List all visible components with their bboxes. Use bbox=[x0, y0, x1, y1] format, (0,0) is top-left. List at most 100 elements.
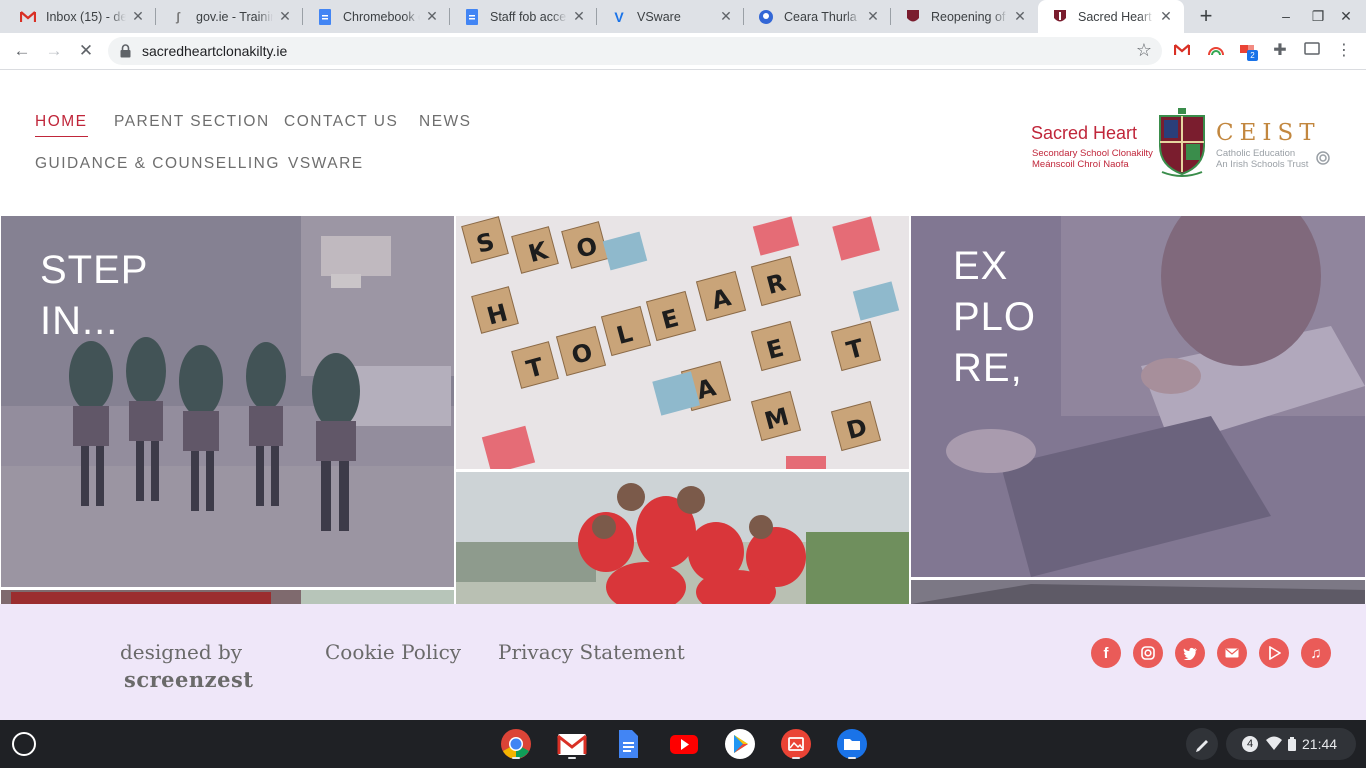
shapes-extension-icon[interactable]: 2 bbox=[1238, 41, 1258, 61]
step-in-caption: STEP IN... bbox=[40, 248, 148, 343]
running-indicator bbox=[568, 757, 576, 759]
nav-home[interactable]: HOME bbox=[35, 113, 88, 137]
menu-kebab-icon[interactable]: ⋮ bbox=[1334, 41, 1354, 61]
close-tab-icon[interactable]: ✕ bbox=[277, 8, 293, 25]
docs-app-icon[interactable] bbox=[612, 728, 644, 760]
cast-icon[interactable] bbox=[1302, 41, 1322, 61]
back-icon[interactable]: ← bbox=[10, 39, 34, 63]
wifi-icon bbox=[1266, 735, 1282, 756]
tab-gov[interactable]: ʃ gov.ie - Training ✕ bbox=[156, 0, 303, 33]
nav-contact-us[interactable]: CONTACT US bbox=[284, 113, 398, 131]
building-photo bbox=[911, 580, 1365, 604]
instagram-icon[interactable] bbox=[1133, 638, 1163, 668]
running-indicator bbox=[512, 757, 520, 759]
gmail-icon bbox=[20, 9, 36, 25]
close-tab-icon[interactable]: ✕ bbox=[718, 8, 734, 25]
crest-icon bbox=[1052, 9, 1068, 25]
nav-news[interactable]: NEWS bbox=[419, 113, 472, 131]
tile-building[interactable] bbox=[911, 580, 1365, 604]
new-tab-button[interactable]: + bbox=[1194, 4, 1218, 28]
school-logo[interactable]: Sacred Heart Secondary School Clonakilty… bbox=[1030, 104, 1335, 179]
close-tab-icon[interactable]: ✕ bbox=[1012, 8, 1028, 25]
site-footer: designed by screenzest Cookie Policy Pri… bbox=[0, 604, 1366, 720]
clock: 21:44 bbox=[1302, 736, 1338, 752]
tab-vsware[interactable]: V VSware ✕ bbox=[597, 0, 744, 33]
gallery-app-icon[interactable] bbox=[780, 728, 812, 760]
url-text[interactable]: sacredheartclonakilty.ie bbox=[142, 43, 287, 59]
battery-icon bbox=[1288, 737, 1296, 756]
tab-chromebook[interactable]: Chromebook or ✕ bbox=[303, 0, 450, 33]
lock-icon bbox=[120, 44, 131, 58]
tile-step-in[interactable]: STEP IN... bbox=[1, 216, 454, 587]
tab-gmail[interactable]: Inbox (15) - deputyprincipal@sacredheart… bbox=[6, 0, 156, 33]
ceist-logo-text: CEIST bbox=[1216, 120, 1321, 146]
tab-title: Ceara Thurla - A bbox=[784, 9, 861, 24]
classroom-photo bbox=[1, 590, 454, 604]
bookmark-star-icon[interactable]: ☆ bbox=[1136, 40, 1152, 61]
privacy-statement-link[interactable]: Privacy Statement bbox=[498, 640, 685, 664]
harp-icon: ʃ bbox=[176, 9, 180, 24]
nav-guidance[interactable]: GUIDANCE & COUNSELLING bbox=[35, 155, 280, 173]
close-tab-icon[interactable]: ✕ bbox=[865, 8, 881, 25]
tile-scrabble[interactable]: K H T O L E A R E M T D A O S bbox=[456, 216, 909, 469]
running-indicator bbox=[792, 757, 800, 759]
ceist-tagline: An Irish Schools Trust bbox=[1216, 159, 1309, 170]
tab-strip: Inbox (15) - deputyprincipal@sacredheart… bbox=[0, 0, 1366, 33]
vsware-icon: V bbox=[614, 8, 624, 25]
forward-icon[interactable]: → bbox=[42, 39, 66, 63]
close-tab-icon[interactable]: ✕ bbox=[424, 8, 440, 25]
cookie-policy-link[interactable]: Cookie Policy bbox=[325, 640, 461, 664]
close-window-icon[interactable]: ✕ bbox=[1336, 6, 1356, 26]
tab-title: Sacred Heart Se bbox=[1078, 9, 1154, 24]
twitter-icon[interactable] bbox=[1175, 638, 1205, 668]
screenzest-link[interactable]: screenzest bbox=[124, 667, 253, 692]
ceist-subtitle: Catholic Education bbox=[1216, 148, 1296, 159]
tile-team[interactable] bbox=[456, 472, 909, 604]
designed-by-label: designed by bbox=[120, 640, 243, 664]
chrome-app-icon[interactable] bbox=[500, 728, 532, 760]
logo-subtitle: Secondary School Clonakilty bbox=[1032, 148, 1153, 159]
explore-caption: EX PLO RE, bbox=[953, 244, 1037, 390]
status-tray[interactable]: 4 21:44 bbox=[1226, 728, 1356, 760]
email-icon[interactable] bbox=[1217, 638, 1247, 668]
restore-icon[interactable]: ❐ bbox=[1308, 6, 1328, 26]
nav-vsware[interactable]: VSWARE bbox=[288, 155, 364, 173]
address-bar[interactable]: sacredheartclonakilty.ie ☆ bbox=[108, 37, 1162, 65]
music-icon[interactable]: ♫ bbox=[1301, 638, 1331, 668]
youtube-app-icon[interactable] bbox=[668, 728, 700, 760]
crest-icon bbox=[905, 9, 921, 25]
tab-title: Chromebook or bbox=[343, 9, 420, 24]
tab-sacred-heart[interactable]: Sacred Heart Se ✕ bbox=[1038, 0, 1184, 33]
scrabble-learn-photo: K H T O L E A R E M T D A O S bbox=[456, 216, 909, 469]
browser-toolbar: ← → ✕ sacredheartclonakilty.ie ☆ 2 ✚ ⋮ bbox=[0, 33, 1366, 70]
gmail-extension-icon[interactable] bbox=[1172, 41, 1192, 61]
tile-classroom[interactable] bbox=[1, 590, 454, 604]
facebook-icon[interactable]: f bbox=[1091, 638, 1121, 668]
stop-icon[interactable]: ✕ bbox=[74, 39, 98, 63]
tab-title: Inbox (15) - deputyprincipal@sacredheart… bbox=[46, 9, 126, 24]
crest-icon bbox=[1159, 108, 1205, 177]
docs-icon bbox=[317, 8, 333, 25]
minimize-icon[interactable]: ‒ bbox=[1276, 6, 1296, 26]
tab-staff-fob[interactable]: Staff fob access ✕ bbox=[450, 0, 597, 33]
close-tab-icon[interactable]: ✕ bbox=[571, 8, 587, 25]
gmail-app-icon[interactable] bbox=[556, 728, 588, 760]
tile-explore[interactable]: EX PLO RE, bbox=[911, 216, 1365, 577]
tab-ceara[interactable]: Ceara Thurla - A ✕ bbox=[744, 0, 891, 33]
files-app-icon[interactable] bbox=[836, 728, 868, 760]
nav-parent-section[interactable]: PARENT SECTION bbox=[114, 113, 270, 131]
tab-title: Reopening of sc bbox=[931, 9, 1008, 24]
launcher-icon[interactable] bbox=[12, 732, 36, 756]
os-shelf: 4 21:44 bbox=[0, 720, 1366, 768]
notification-count: 4 bbox=[1242, 736, 1258, 752]
stylus-tools-button[interactable] bbox=[1186, 728, 1218, 760]
youtube-icon[interactable] bbox=[1259, 638, 1289, 668]
close-tab-icon[interactable]: ✕ bbox=[130, 8, 146, 25]
rainbow-extension-icon[interactable] bbox=[1206, 41, 1226, 61]
extensions-puzzle-icon[interactable]: ✚ bbox=[1270, 41, 1290, 61]
logo-name: Sacred Heart bbox=[1031, 123, 1138, 143]
spiral-icon bbox=[1316, 151, 1330, 165]
close-tab-icon[interactable]: ✕ bbox=[1158, 8, 1174, 25]
play-store-icon[interactable] bbox=[724, 728, 756, 760]
tab-reopening[interactable]: Reopening of sc ✕ bbox=[891, 0, 1038, 33]
